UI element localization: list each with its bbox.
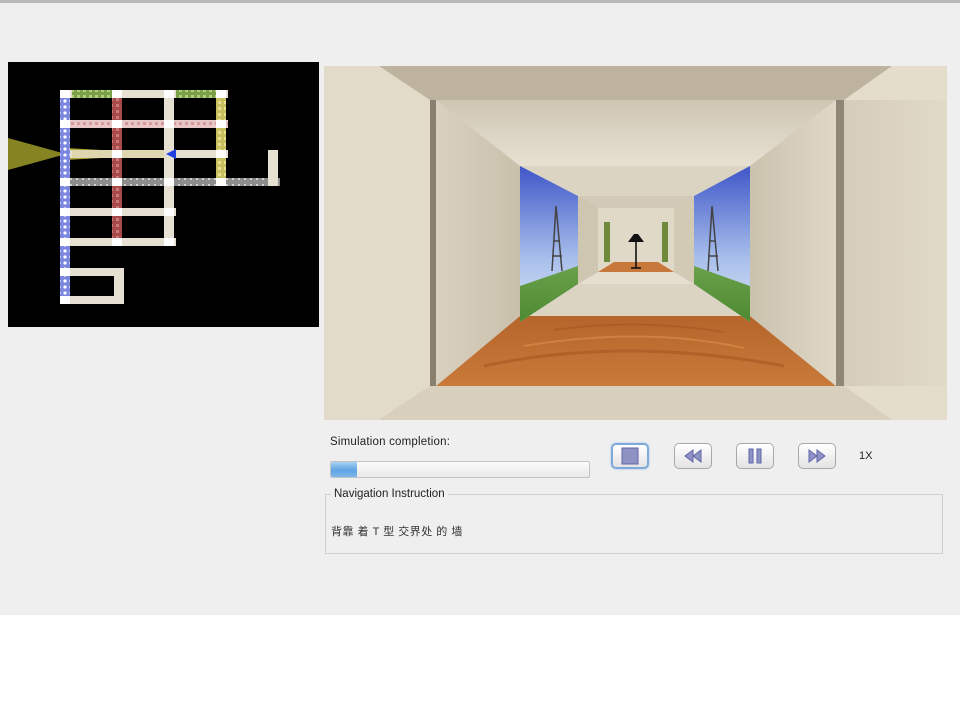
pause-icon xyxy=(748,448,762,464)
stop-icon xyxy=(621,447,639,465)
simulation-progress-fill xyxy=(331,462,357,477)
fast-forward-icon xyxy=(808,449,826,463)
rewind-icon xyxy=(684,449,702,463)
simulation-completion-label: Simulation completion: xyxy=(330,436,451,448)
playback-speed-label: 1X xyxy=(859,450,873,462)
first-person-view xyxy=(324,66,947,420)
pause-button[interactable] xyxy=(736,443,774,469)
simulation-progress-bar xyxy=(330,461,590,478)
rewind-button[interactable] xyxy=(674,443,712,469)
stop-button[interactable] xyxy=(611,443,649,469)
navigation-instruction-text: 背靠 着 T 型 交界处 的 墙 xyxy=(331,526,463,538)
navigation-instruction-title: Navigation Instruction xyxy=(331,488,448,500)
fast-forward-button[interactable] xyxy=(798,443,836,469)
view-cone xyxy=(8,138,66,170)
overhead-map xyxy=(8,62,319,327)
